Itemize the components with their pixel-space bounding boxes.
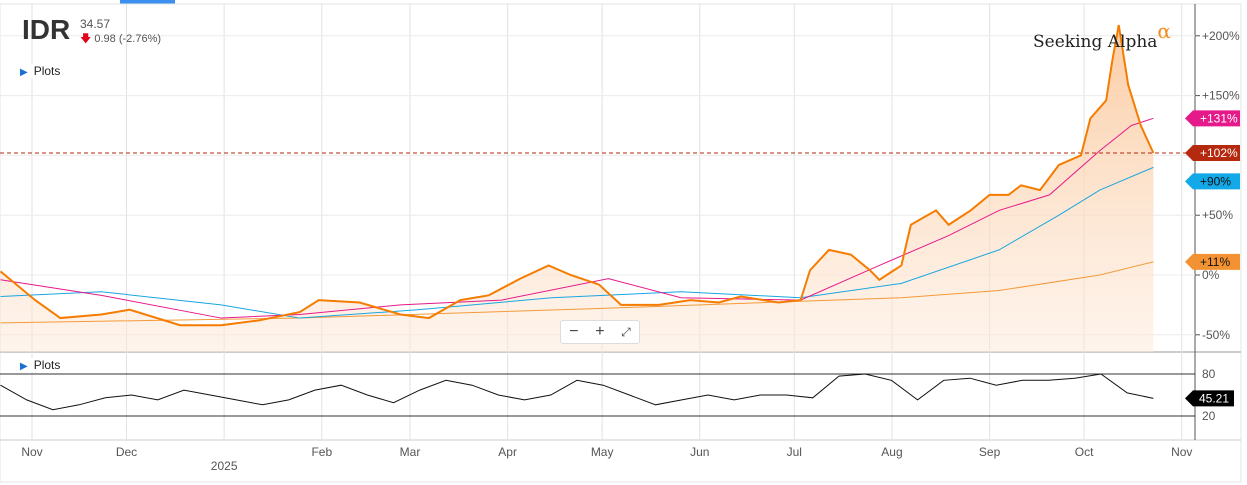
fullscreen-button[interactable]: ⤢ — [621, 325, 631, 340]
x-tick-label: Aug — [881, 445, 902, 459]
plots-label: Plots — [33, 64, 61, 78]
rsi-tick-label: 20 — [1202, 409, 1216, 423]
y-tick-label: +200% — [1202, 29, 1240, 43]
x-tick-label: Nov — [1171, 445, 1192, 459]
x-tick-label: Jun — [690, 445, 709, 459]
x-tick-label: Sep — [979, 445, 1001, 459]
change-value: 0.98 (-2.76%) — [94, 33, 162, 45]
x-tick-label: Jul — [787, 445, 802, 459]
zoom-in-button[interactable]: + — [595, 323, 604, 341]
plots-toggle[interactable]: ▶ Plots — [20, 64, 121, 78]
price-change: 🡇 0.98 (-2.76%) — [80, 30, 161, 49]
rsi-end-label: 45.21 — [1199, 391, 1229, 405]
rsi-plots-label: Plots — [33, 358, 61, 372]
y-tick-label: 0% — [1202, 268, 1220, 282]
x-tick-label: Dec — [116, 445, 137, 459]
seeking-alpha-logo: Seeking Alphaα — [1033, 19, 1171, 52]
ticker-symbol: IDR — [22, 14, 71, 45]
triangle-right-icon: ▶ — [20, 361, 28, 372]
x-tick-label: Feb — [311, 445, 332, 459]
down-arrow-icon: 🡇 — [80, 33, 92, 45]
price-area — [0, 25, 1154, 352]
x-tick-label-year: 2025 — [211, 459, 238, 473]
last-price: 34.57 — [80, 17, 111, 31]
chart-widget: Nov Dec 2025 Feb Mar Apr May Jun Jul Aug Sep Oct Nov… — [0, 0, 1247, 485]
x-tick-label: Mar — [400, 445, 421, 459]
end-value-label: +90% — [1200, 174, 1231, 188]
chart-svg[interactable]: Nov Dec 2025 Feb Mar Apr May Jun Jul Aug Sep Oct Nov… — [0, 0, 1247, 485]
zoom-controls: − + ⤢ — [560, 320, 640, 344]
y-tick-label: +50% — [1202, 208, 1233, 222]
end-value-label: +11% — [1200, 255, 1230, 269]
y-tick-label: -50% — [1202, 328, 1230, 342]
x-tick-label: Oct — [1075, 445, 1094, 459]
x-tick-label: Nov — [21, 445, 42, 459]
triangle-right-icon: ▶ — [20, 67, 28, 78]
y-tick-label: +150% — [1202, 89, 1240, 103]
rsi-tick-label: 80 — [1202, 367, 1216, 381]
zoom-out-button[interactable]: − — [569, 323, 578, 341]
end-value-label: +131% — [1200, 111, 1238, 125]
rsi-line — [0, 373, 1154, 411]
x-tick-label: Apr — [498, 445, 517, 459]
x-tick-label: May — [591, 445, 614, 459]
end-value-label: +102% — [1200, 146, 1238, 160]
rsi-plots-toggle[interactable]: ▶ Plots — [20, 358, 121, 372]
